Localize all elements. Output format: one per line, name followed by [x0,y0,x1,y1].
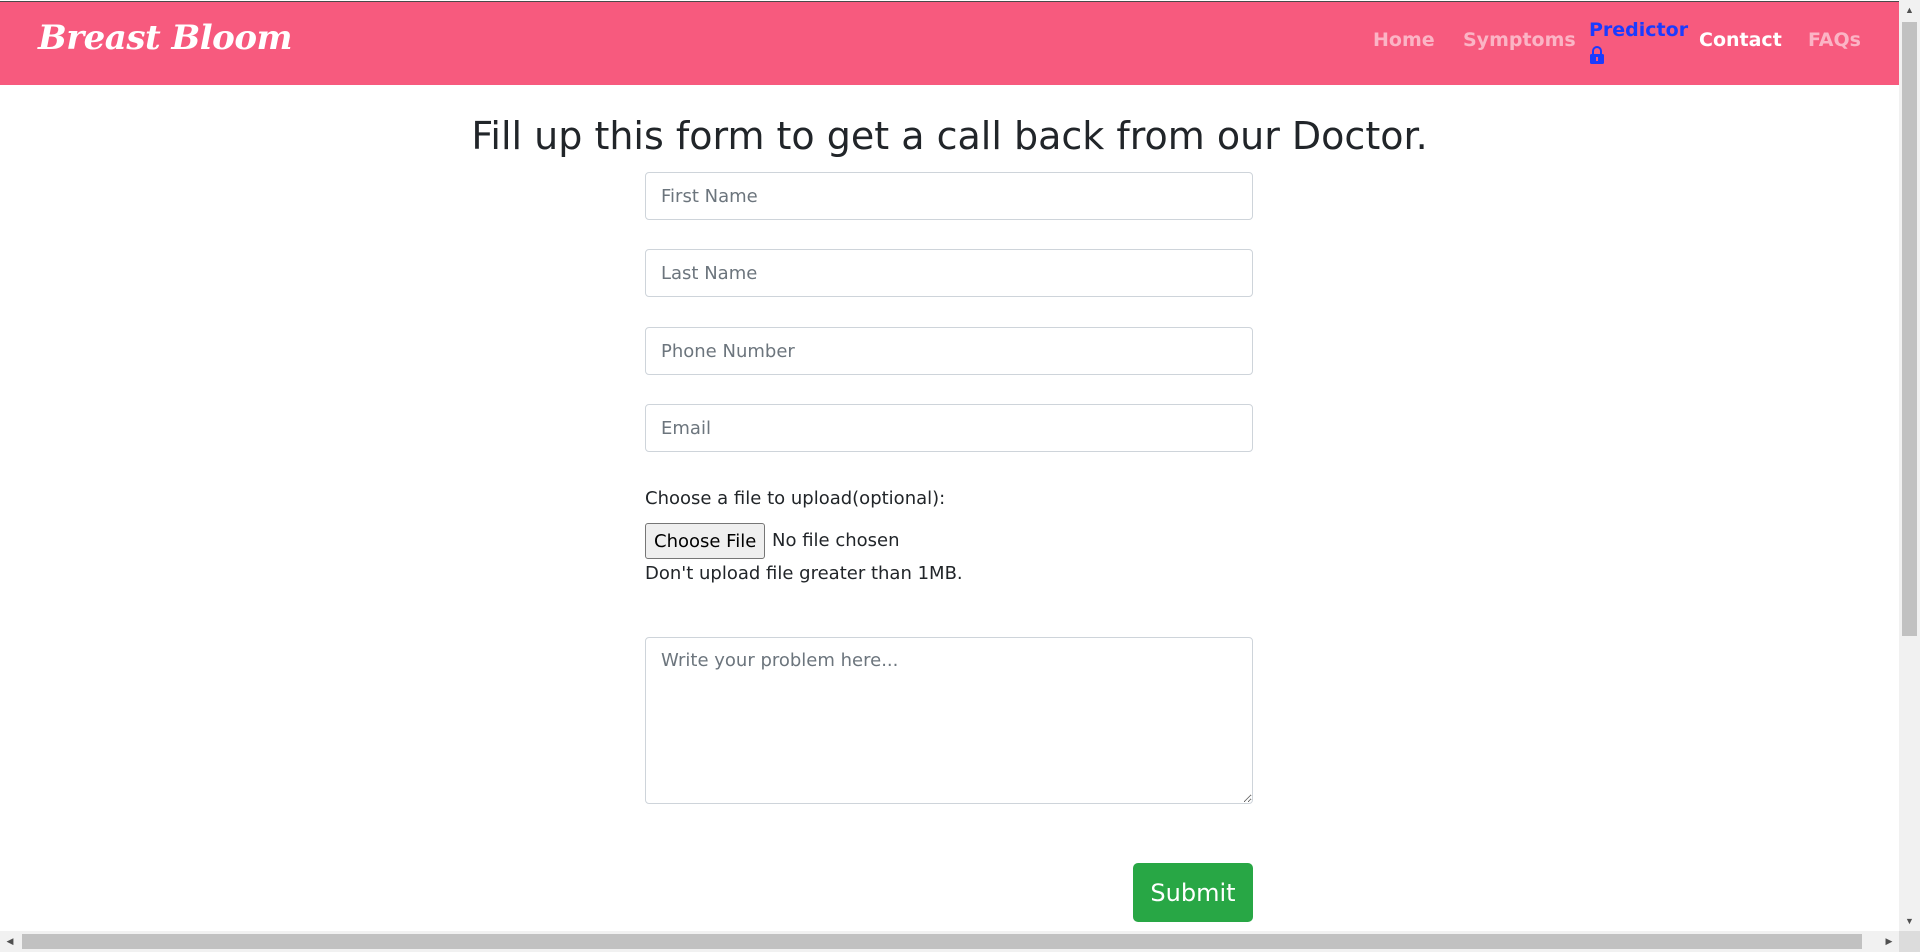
nav-contact-link[interactable]: Contact [1699,29,1782,51]
scroll-down-icon[interactable]: ▼ [1899,911,1920,931]
upload-label: Choose a file to upload(optional): [645,488,946,509]
email-input[interactable] [645,404,1253,452]
submit-button[interactable]: Submit [1133,863,1253,922]
vertical-scroll-thumb[interactable] [1902,22,1917,636]
choose-file-button[interactable]: Choose File [645,523,766,559]
navbar: Breast Bloom Home Symptoms Predictor Con… [0,1,1899,85]
phone-number-input[interactable] [645,327,1253,375]
brand-logo[interactable]: Breast Bloom [38,18,292,58]
lock-icon [1590,45,1604,64]
nav-home-link[interactable]: Home [1373,29,1435,51]
nav-faqs-link[interactable]: FAQs [1808,29,1861,51]
problem-textarea[interactable] [645,637,1253,804]
vertical-scrollbar[interactable]: ▲ ▼ [1899,0,1920,931]
nav-predictor-link[interactable]: Predictor [1589,18,1688,64]
scrollbar-corner [1899,931,1920,952]
form-title: Fill up this form to get a call back fro… [471,114,1428,158]
first-name-input[interactable] [645,172,1253,220]
page: Breast Bloom Home Symptoms Predictor Con… [0,0,1920,952]
nav-symptoms-link[interactable]: Symptoms [1463,29,1576,51]
nav-predictor-label: Predictor [1589,19,1689,41]
scroll-left-icon[interactable]: ◀ [0,931,20,952]
scroll-up-icon[interactable]: ▲ [1899,0,1920,20]
horizontal-scrollbar[interactable]: ◀ ▶ [0,931,1899,952]
scroll-right-icon[interactable]: ▶ [1879,931,1899,952]
upload-size-hint: Don't upload file greater than 1MB. [645,563,963,584]
horizontal-scroll-thumb[interactable] [22,934,1862,949]
no-file-chosen-text: No file chosen [772,530,900,551]
last-name-input[interactable] [645,249,1253,297]
